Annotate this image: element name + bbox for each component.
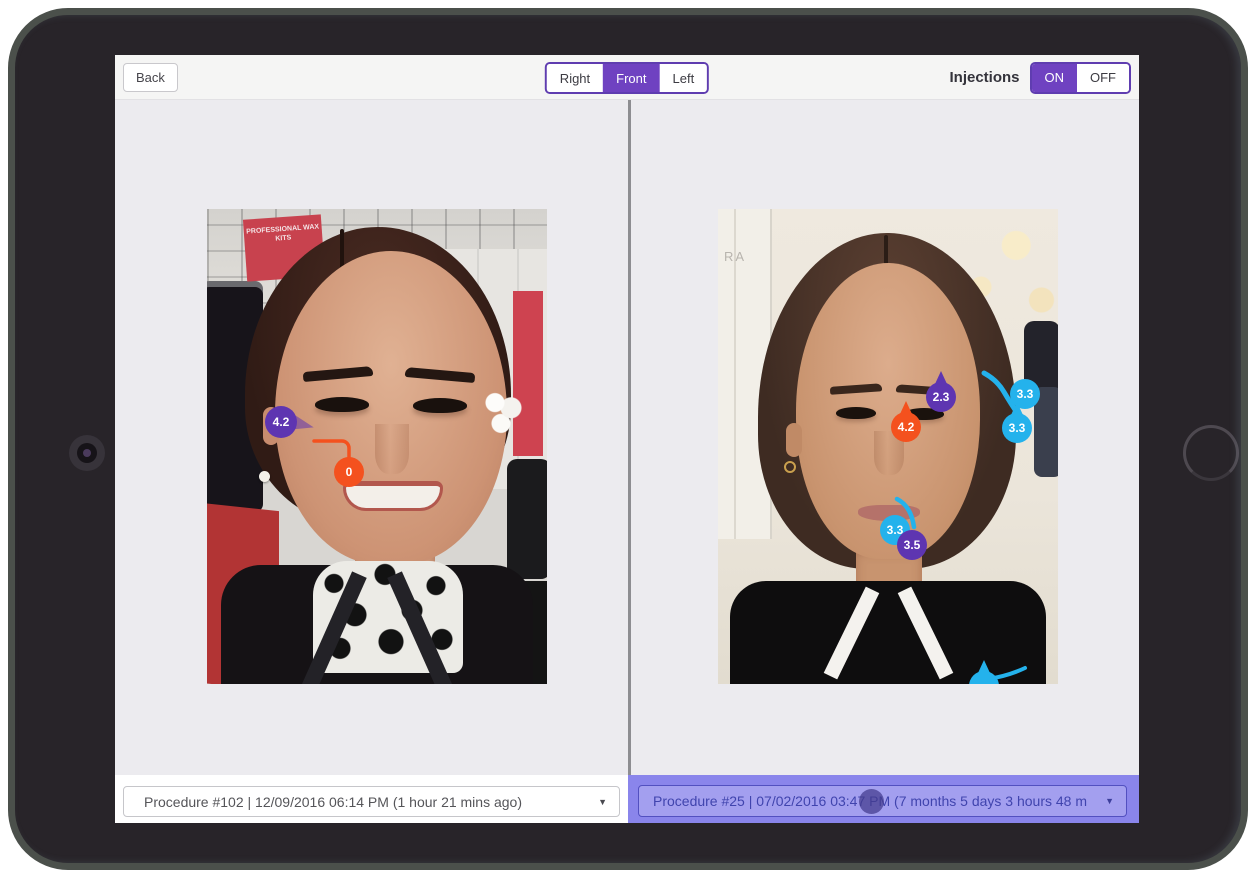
- patient-photo-right: RA: [718, 209, 1058, 684]
- home-button-icon: [1183, 425, 1239, 481]
- injection-value: 4.2: [273, 415, 290, 429]
- injection-marker[interactable]: 4.2: [265, 406, 297, 438]
- annotation-lines: [207, 209, 547, 684]
- procedure-strip-left: Procedure #102 | 12/09/2016 06:14 PM (1 …: [115, 775, 628, 823]
- procedure-select-left[interactable]: Procedure #102 | 12/09/2016 06:14 PM (1 …: [123, 786, 620, 817]
- injection-value: 3.3: [1009, 421, 1026, 435]
- injections-group: Injections ON OFF: [949, 55, 1131, 100]
- view-toggle: Right Front Left: [545, 62, 709, 94]
- camera-dot: [83, 449, 91, 457]
- injections-on-button[interactable]: ON: [1032, 64, 1078, 92]
- page: Back Right Front Left Injections ON OFF: [0, 0, 1256, 878]
- camera-icon: [69, 435, 105, 471]
- patient-photo-left: PROFESSIONAL WAX KITS: [207, 209, 547, 684]
- annotation-lines: [718, 209, 1058, 684]
- injection-value: 0: [346, 465, 353, 479]
- injection-value: 3.5: [904, 538, 921, 552]
- injection-marker[interactable]: 2.3: [926, 382, 956, 412]
- injection-marker[interactable]: 0: [334, 457, 364, 487]
- injections-label: Injections: [949, 69, 1019, 86]
- view-option-right[interactable]: Right: [547, 64, 603, 92]
- panel-left: PROFESSIONAL WAX KITS: [115, 100, 628, 775]
- injection-marker[interactable]: 3.3: [1002, 413, 1032, 443]
- injection-value: 3.3: [1017, 387, 1034, 401]
- app-screen: Back Right Front Left Injections ON OFF: [115, 55, 1139, 823]
- procedure-strip-right: Procedure #25 | 07/02/2016 03:47 PM (7 m…: [628, 775, 1139, 823]
- panel-right: RA: [631, 100, 1139, 775]
- view-option-front[interactable]: Front: [603, 64, 659, 92]
- injections-off-button[interactable]: OFF: [1077, 64, 1129, 92]
- injection-marker[interactable]: 3.5: [897, 530, 927, 560]
- injections-toggle: ON OFF: [1030, 62, 1132, 94]
- touch-indicator: [859, 789, 884, 814]
- back-button[interactable]: Back: [123, 63, 178, 92]
- dropdown-caret-icon: ▼: [1105, 796, 1114, 806]
- comparison-area: PROFESSIONAL WAX KITS: [115, 100, 1139, 775]
- injection-marker[interactable]: 4.2: [891, 412, 921, 442]
- camera-lens: [77, 443, 97, 463]
- injection-value: 2.3: [933, 390, 950, 404]
- injection-value: 4.2: [898, 420, 915, 434]
- procedure-select-left-value: Procedure #102 | 12/09/2016 06:14 PM (1 …: [144, 794, 522, 810]
- view-option-left[interactable]: Left: [660, 64, 708, 92]
- dropdown-caret-icon: ▼: [598, 797, 607, 807]
- procedure-select-right[interactable]: Procedure #25 | 07/02/2016 03:47 PM (7 m…: [638, 785, 1127, 817]
- procedure-select-row: Procedure #102 | 12/09/2016 06:14 PM (1 …: [115, 775, 1139, 823]
- toolbar: Back Right Front Left Injections ON OFF: [115, 55, 1139, 100]
